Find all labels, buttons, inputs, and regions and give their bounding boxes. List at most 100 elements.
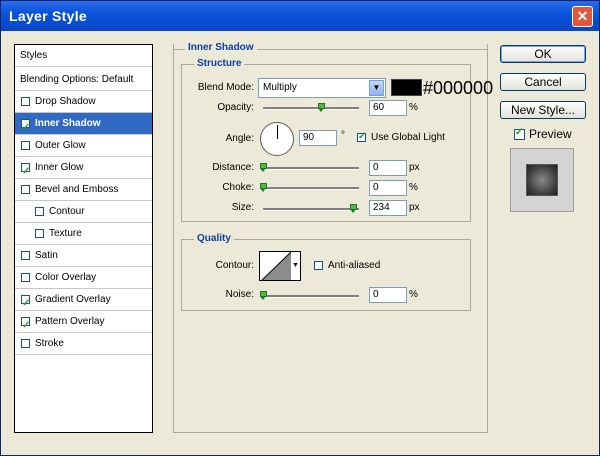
distance-slider-thumb[interactable] [260, 163, 267, 172]
title-bar[interactable]: Layer Style ✕ [1, 1, 599, 31]
sidebar-item-label: Drop Shadow [35, 96, 96, 107]
structure-heading: Structure [194, 58, 245, 69]
choke-slider-thumb[interactable] [260, 183, 267, 192]
contour-picker[interactable] [259, 251, 292, 281]
sidebar-item-texture[interactable]: Texture [15, 223, 152, 245]
cancel-button[interactable]: Cancel [500, 73, 586, 91]
choke-label: Choke: [222, 182, 254, 193]
sidebar-item-label: Contour [49, 206, 85, 217]
sidebar-item-checkbox[interactable] [21, 315, 30, 337]
sidebar-item-outer-glow[interactable]: Outer Glow [15, 135, 152, 157]
quality-group [181, 239, 471, 311]
sidebar-item-stroke[interactable]: Stroke [15, 333, 152, 355]
preview-label: Preview [529, 127, 572, 141]
opacity-input[interactable]: 60 [369, 100, 407, 116]
chevron-down-icon: ▼ [292, 262, 299, 269]
size-input[interactable]: 234 [369, 200, 407, 216]
sidebar-item-checkbox[interactable] [21, 97, 30, 106]
choke-unit: % [409, 182, 418, 193]
opacity-unit: % [409, 102, 418, 113]
sidebar-item-bevel-and-emboss[interactable]: Bevel and Emboss [15, 179, 152, 201]
preview-checkbox[interactable] [514, 127, 525, 140]
sidebar-item-label: Color Overlay [35, 272, 97, 283]
blending-options-label: Blending Options: Default [20, 74, 134, 85]
distance-label: Distance: [212, 162, 254, 173]
ok-button[interactable]: OK [500, 45, 586, 63]
noise-slider[interactable] [263, 295, 359, 298]
blend-mode-select[interactable]: Multiply ▼ [258, 78, 386, 98]
angle-label: Angle: [225, 133, 254, 144]
dialog-title: Layer Style [9, 8, 88, 24]
opacity-slider[interactable] [263, 107, 359, 110]
new-style-button[interactable]: New Style... [500, 101, 586, 119]
angle-dial[interactable] [260, 122, 294, 156]
anti-aliased-checkbox[interactable] [314, 261, 323, 270]
blending-options-item[interactable]: Blending Options: Default [15, 69, 152, 91]
size-label: Size: [231, 202, 254, 213]
sidebar-item-checkbox[interactable] [21, 161, 30, 183]
sidebar-item-checkbox[interactable] [21, 141, 30, 150]
sidebar-item-label: Inner Glow [35, 162, 84, 173]
sidebar-item-drop-shadow[interactable]: Drop Shadow [15, 91, 152, 113]
sidebar-item-checkbox[interactable] [21, 117, 30, 139]
angle-unit: ° [341, 130, 345, 141]
sidebar-item-gradient-overlay[interactable]: Gradient Overlay [15, 289, 152, 315]
sidebar-item-label: Inner Shadow [35, 118, 101, 129]
styles-header-label: Styles [20, 50, 48, 61]
styles-list: Styles Blending Options: Default Drop Sh… [14, 44, 153, 433]
use-global-light-checkbox[interactable] [357, 131, 366, 142]
sidebar-item-inner-shadow[interactable]: Inner Shadow [15, 113, 152, 139]
sidebar-item-color-overlay[interactable]: Color Overlay [15, 267, 152, 289]
preview-thumbnail [510, 148, 574, 212]
distance-input[interactable]: 0 [369, 160, 407, 176]
noise-input[interactable]: 0 [369, 287, 407, 303]
choke-input[interactable]: 0 [369, 180, 407, 196]
blend-mode-value: Multiply [263, 82, 297, 93]
blend-mode-label: Blend Mode: [197, 82, 254, 93]
noise-unit: % [409, 289, 418, 300]
use-global-light-label: Use Global Light [371, 132, 445, 143]
close-button[interactable]: ✕ [572, 6, 593, 27]
chevron-down-icon: ▼ [369, 80, 384, 96]
sidebar-item-label: Bevel and Emboss [35, 184, 119, 195]
sidebar-item-checkbox[interactable] [21, 185, 30, 194]
sidebar-item-checkbox[interactable] [21, 293, 30, 315]
size-unit: px [409, 202, 420, 213]
opacity-slider-thumb[interactable] [317, 103, 325, 112]
sidebar-item-label: Stroke [35, 338, 64, 349]
sidebar-item-checkbox[interactable] [21, 251, 30, 260]
sidebar-item-pattern-overlay[interactable]: Pattern Overlay [15, 311, 152, 337]
anti-aliased-label: Anti-aliased [328, 260, 381, 271]
sidebar-item-checkbox[interactable] [35, 207, 44, 216]
size-slider-thumb[interactable] [350, 204, 358, 213]
sidebar-item-checkbox[interactable] [21, 339, 30, 348]
contour-curve-icon [261, 252, 291, 280]
distance-slider[interactable] [263, 167, 359, 170]
sidebar-item-satin[interactable]: Satin [15, 245, 152, 267]
preview-swatch [526, 164, 558, 196]
sidebar-item-checkbox[interactable] [35, 229, 44, 238]
sidebar-item-label: Gradient Overlay [35, 294, 111, 305]
angle-input[interactable]: 90 [299, 130, 337, 146]
sidebar-item-inner-glow[interactable]: Inner Glow [15, 157, 152, 183]
distance-unit: px [409, 162, 420, 173]
noise-label: Noise: [225, 289, 254, 300]
sidebar-item-contour[interactable]: Contour [15, 201, 152, 223]
noise-slider-thumb[interactable] [260, 291, 267, 300]
quality-heading: Quality [194, 233, 234, 244]
inner-shadow-heading: Inner Shadow [185, 42, 257, 53]
styles-header[interactable]: Styles [15, 45, 152, 67]
opacity-label: Opacity: [217, 102, 254, 113]
sidebar-item-label: Satin [35, 250, 58, 261]
contour-label: Contour: [215, 260, 254, 271]
shadow-color-hex: #000000 [423, 78, 494, 98]
contour-dropdown-button[interactable]: ▼ [291, 251, 301, 281]
layer-style-dialog: Layer Style ✕ Styles Blending Options: D… [0, 0, 600, 456]
sidebar-item-label: Pattern Overlay [35, 316, 105, 327]
size-slider[interactable] [263, 208, 359, 211]
sidebar-item-checkbox[interactable] [21, 273, 30, 282]
sidebar-item-label: Outer Glow [35, 140, 86, 151]
choke-slider[interactable] [263, 187, 359, 190]
shadow-color-swatch[interactable] [391, 79, 422, 96]
sidebar-item-label: Texture [49, 228, 82, 239]
